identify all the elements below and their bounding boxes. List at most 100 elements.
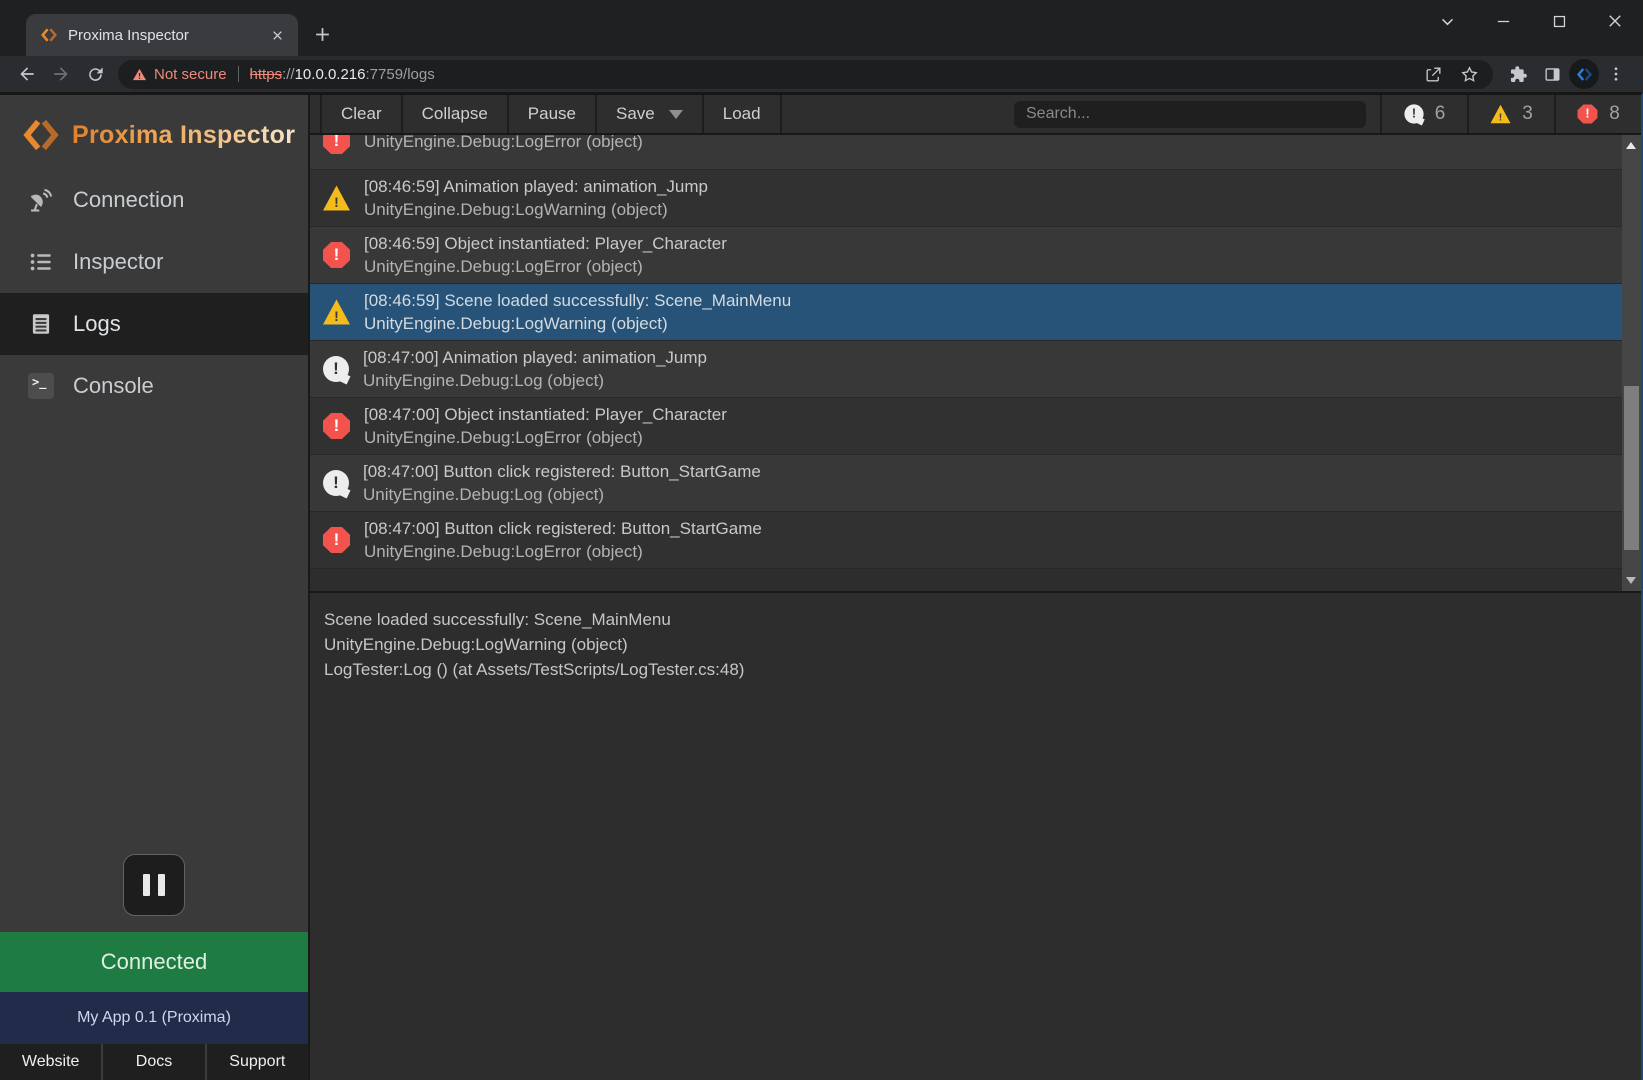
bookmark-star-icon[interactable] [1455, 60, 1483, 88]
error-count: 8 [1609, 103, 1620, 125]
share-icon[interactable] [1419, 60, 1447, 88]
browser-menu-dots-icon[interactable] [1599, 59, 1633, 89]
window-minimize-button[interactable] [1475, 0, 1531, 42]
log-line-stack: UnityEngine.Debug:Log (object) [363, 483, 761, 506]
url-text: https://10.0.0.216:7759/logs [250, 66, 435, 83]
tab-close-icon[interactable] [268, 26, 286, 44]
warning-count-badge[interactable]: ! 3 [1467, 95, 1554, 133]
log-line-message: [08:46:59] Scene loaded successfully: Sc… [364, 289, 791, 312]
scrollbar-up-arrow-icon[interactable] [1626, 142, 1636, 149]
logs-toolbar: Clear Collapse Pause Save Load ! 6 ! 3 !… [310, 95, 1641, 135]
not-secure-label: Not secure [154, 66, 227, 83]
search-input[interactable] [1014, 101, 1366, 128]
pause-icon [143, 874, 150, 896]
omnibox-divider [238, 66, 239, 82]
warning-triangle-icon: ! [1491, 104, 1511, 123]
log-row[interactable]: ! [08:47:00] Animation played: animation… [310, 341, 1622, 398]
sidebar-item-logs[interactable]: Logs [0, 293, 308, 355]
address-bar[interactable]: Not secure https://10.0.0.216:7759/logs [118, 60, 1493, 89]
url-path: :7759/logs [366, 66, 435, 83]
error-octagon-icon: ! [1578, 104, 1598, 123]
log-row[interactable]: ! [08:47:00] Button click registered: Bu… [310, 455, 1622, 512]
log-count-badge[interactable]: ! 6 [1380, 95, 1467, 133]
sidebar-label-logs: Logs [73, 311, 121, 337]
detail-line-source: LogTester:Log () (at Assets/TestScripts/… [324, 657, 1627, 682]
list-icon [26, 247, 56, 277]
log-row[interactable]: ! [08:46:59] Animation played: animation… [310, 170, 1622, 227]
warning-triangle-icon: ! [323, 185, 350, 211]
log-detail-panel: Scene loaded successfully: Scene_MainMen… [310, 593, 1641, 1080]
browser-tab[interactable]: Proxima Inspector [26, 14, 298, 56]
url-host: 10.0.0.216 [295, 66, 366, 83]
log-list-container: ! UnityEngine.Debug:LogError (object) ! … [310, 135, 1641, 593]
stream-pause-button[interactable] [123, 854, 185, 916]
log-line-message: [08:46:59] Animation played: animation_J… [364, 175, 708, 198]
log-line-stack: UnityEngine.Debug:LogError (object) [364, 540, 762, 563]
tab-title: Proxima Inspector [68, 27, 268, 44]
sidebar-label-console: Console [73, 373, 154, 399]
log-row[interactable]: ! UnityEngine.Debug:LogError (object) [310, 135, 1622, 170]
browser-titlebar: Proxima Inspector [0, 0, 1643, 56]
app-info-bar: My App 0.1 (Proxima) [0, 992, 308, 1044]
detail-line-stack: UnityEngine.Debug:LogWarning (object) [324, 632, 1627, 657]
log-list: ! UnityEngine.Debug:LogError (object) ! … [310, 135, 1622, 591]
error-octagon-icon: ! [323, 413, 350, 439]
log-row[interactable]: ! [08:46:59] Object instantiated: Player… [310, 227, 1622, 284]
log-row[interactable]: ! [08:46:59] Scene loaded successfully: … [310, 284, 1622, 341]
extensions-puzzle-icon[interactable] [1501, 59, 1535, 89]
error-octagon-icon: ! [323, 527, 350, 553]
new-tab-button[interactable] [308, 20, 336, 48]
sidebar-item-connection[interactable]: Connection [0, 169, 308, 231]
save-button[interactable]: Save [597, 95, 704, 133]
warning-count: 3 [1522, 103, 1533, 125]
pause-button[interactable]: Pause [509, 95, 597, 133]
scrollbar-thumb[interactable] [1624, 386, 1639, 550]
connection-status-badge: Connected [0, 932, 308, 992]
log-line-stack: UnityEngine.Debug:Log (object) [363, 369, 707, 392]
scrollbar-down-arrow-icon[interactable] [1626, 577, 1636, 584]
log-line-stack: UnityEngine.Debug:LogError (object) [364, 426, 727, 449]
log-line-message: [08:47:00] Object instantiated: Player_C… [364, 403, 727, 426]
footer-link-website[interactable]: Website [0, 1044, 101, 1080]
log-scrollbar[interactable] [1622, 135, 1641, 591]
warning-triangle-icon: ! [323, 299, 350, 325]
sidebar-label-connection: Connection [73, 187, 184, 213]
url-separator: :// [282, 66, 295, 83]
log-line-stack: UnityEngine.Debug:LogWarning (object) [364, 198, 708, 221]
footer-link-docs[interactable]: Docs [101, 1044, 204, 1080]
tab-search-chevron-icon[interactable] [1419, 0, 1475, 42]
log-row[interactable]: ! [08:47:00] Object instantiated: Player… [310, 398, 1622, 455]
extension-avatar-icon[interactable] [1569, 59, 1599, 89]
window-maximize-button[interactable] [1531, 0, 1587, 42]
back-button-icon[interactable] [10, 59, 44, 89]
log-line-message: [08:46:59] Object instantiated: Player_C… [364, 232, 727, 255]
terminal-icon: >_ [26, 371, 56, 401]
log-line-message: [08:47:00] Button click registered: Butt… [364, 517, 762, 540]
document-icon [26, 309, 56, 339]
brand: Proxima Inspector [0, 95, 308, 159]
log-line-stack: UnityEngine.Debug:LogError (object) [364, 135, 643, 153]
error-count-badge[interactable]: ! 8 [1554, 95, 1641, 133]
footer-link-support[interactable]: Support [205, 1044, 308, 1080]
save-dropdown-caret-icon[interactable] [669, 110, 683, 126]
info-bubble-icon: ! [323, 470, 349, 496]
warning-triangle-icon [132, 67, 147, 82]
not-secure-warning[interactable]: Not secure [132, 66, 227, 83]
info-bubble-icon: ! [1404, 104, 1423, 123]
clear-button[interactable]: Clear [320, 95, 403, 133]
url-scheme: https [250, 66, 283, 83]
collapse-button[interactable]: Collapse [403, 95, 509, 133]
reload-button-icon[interactable] [78, 59, 112, 89]
proxima-logo-icon [22, 116, 60, 154]
sidebar-footer: Website Docs Support [0, 1044, 308, 1080]
window-close-button[interactable] [1587, 0, 1643, 42]
browser-navbar: Not secure https://10.0.0.216:7759/logs [0, 56, 1643, 92]
forward-button-icon[interactable] [44, 59, 78, 89]
sidebar-item-inspector[interactable]: Inspector [0, 231, 308, 293]
load-button[interactable]: Load [704, 95, 782, 133]
side-panel-icon[interactable] [1535, 59, 1569, 89]
log-row[interactable]: ! [08:47:00] Button click registered: Bu… [310, 512, 1622, 569]
brand-title: Proxima Inspector [72, 121, 295, 150]
log-line-message: [08:47:00] Animation played: animation_J… [363, 346, 707, 369]
sidebar-item-console[interactable]: >_ Console [0, 355, 308, 417]
